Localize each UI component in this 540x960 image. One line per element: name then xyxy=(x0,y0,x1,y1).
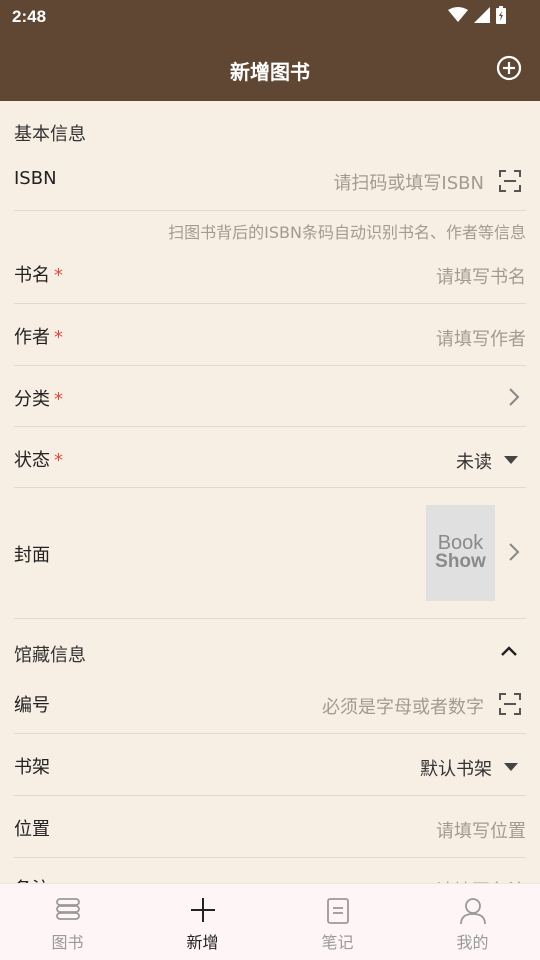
number-field[interactable]: 编号 必须是字母或者数字 xyxy=(14,691,526,721)
tab-add[interactable]: 新增 xyxy=(135,884,270,960)
required-mark: * xyxy=(54,265,63,286)
author-input[interactable]: 请填写作者 xyxy=(436,325,526,351)
divider xyxy=(14,487,526,488)
divider xyxy=(14,618,526,619)
location-field[interactable]: 位置 请填写位置 xyxy=(14,815,526,845)
chevron-up-icon[interactable] xyxy=(500,645,518,657)
page-title: 新增图书 xyxy=(230,60,310,84)
books-icon xyxy=(55,898,80,920)
isbn-hint: 扫图书背后的ISBN条码自动识别书名、作者等信息 xyxy=(168,223,526,242)
category-field[interactable]: 分类 * xyxy=(14,385,526,415)
divider xyxy=(14,303,526,304)
status-bar: 2:48 xyxy=(0,0,540,34)
shelf-label: 书架 xyxy=(14,757,50,778)
shelf-select[interactable]: 默认书架 xyxy=(420,755,492,781)
author-label: 作者 * xyxy=(14,327,63,348)
tab-label: 笔记 xyxy=(321,933,354,952)
tab-profile[interactable]: 我的 xyxy=(405,884,540,960)
dropdown-arrow-icon[interactable] xyxy=(504,763,518,771)
tab-label: 图书 xyxy=(51,933,84,952)
tab-notes[interactable]: 笔记 xyxy=(270,884,405,960)
chevron-right-icon[interactable] xyxy=(508,542,520,562)
tab-label: 新增 xyxy=(186,933,219,952)
cover-image[interactable]: Book Show xyxy=(426,505,495,601)
app-header: 2:48 新增图书 xyxy=(0,0,540,101)
divider xyxy=(14,857,526,858)
bottom-tab-bar: 图书 新增 笔记 我的 xyxy=(0,883,540,960)
shelf-field[interactable]: 书架 默认书架 xyxy=(14,753,526,783)
divider xyxy=(14,365,526,366)
category-label: 分类 * xyxy=(14,389,63,410)
divider xyxy=(14,795,526,796)
add-circle-icon[interactable] xyxy=(496,55,522,81)
cover-label: 封面 xyxy=(14,545,50,566)
status-time: 2:48 xyxy=(12,7,47,26)
location-input[interactable]: 请填写位置 xyxy=(436,817,526,843)
divider xyxy=(14,426,526,427)
tab-label: 我的 xyxy=(456,933,489,952)
section-collection-title: 馆藏信息 xyxy=(14,645,86,666)
signal-icon xyxy=(474,7,490,23)
required-mark: * xyxy=(54,450,63,471)
title-input[interactable]: 请填写书名 xyxy=(436,263,526,289)
required-mark: * xyxy=(54,327,63,348)
wifi-icon xyxy=(448,7,468,22)
divider xyxy=(14,733,526,734)
isbn-label: ISBN xyxy=(14,168,57,189)
tab-books[interactable]: 图书 xyxy=(0,884,135,960)
state-field[interactable]: 状态 * 未读 xyxy=(14,446,526,476)
title-label: 书名 * xyxy=(14,265,63,286)
isbn-field[interactable]: ISBN 请扫码或填写ISBN xyxy=(14,168,526,208)
cover-image-text: Show xyxy=(435,551,486,572)
dropdown-arrow-icon[interactable] xyxy=(504,456,518,464)
state-select[interactable]: 未读 xyxy=(456,448,492,474)
scan-icon[interactable] xyxy=(498,692,522,716)
scan-icon[interactable] xyxy=(498,169,522,193)
divider xyxy=(14,210,526,211)
battery-icon xyxy=(496,6,506,24)
status-icons xyxy=(448,6,506,24)
note-icon xyxy=(326,898,349,924)
number-input[interactable]: 必须是字母或者数字 xyxy=(322,693,484,719)
author-field[interactable]: 作者 * 请填写作者 xyxy=(14,323,526,353)
section-basic-title: 基本信息 xyxy=(14,124,86,145)
required-mark: * xyxy=(54,389,63,410)
title-field[interactable]: 书名 * 请填写书名 xyxy=(14,261,526,291)
chevron-right-icon[interactable] xyxy=(508,387,520,407)
location-label: 位置 xyxy=(14,819,50,840)
person-icon xyxy=(459,898,486,925)
state-label: 状态 * xyxy=(14,450,63,471)
number-label: 编号 xyxy=(14,695,50,716)
plus-icon xyxy=(190,898,215,922)
isbn-input[interactable]: 请扫码或填写ISBN xyxy=(333,169,484,195)
